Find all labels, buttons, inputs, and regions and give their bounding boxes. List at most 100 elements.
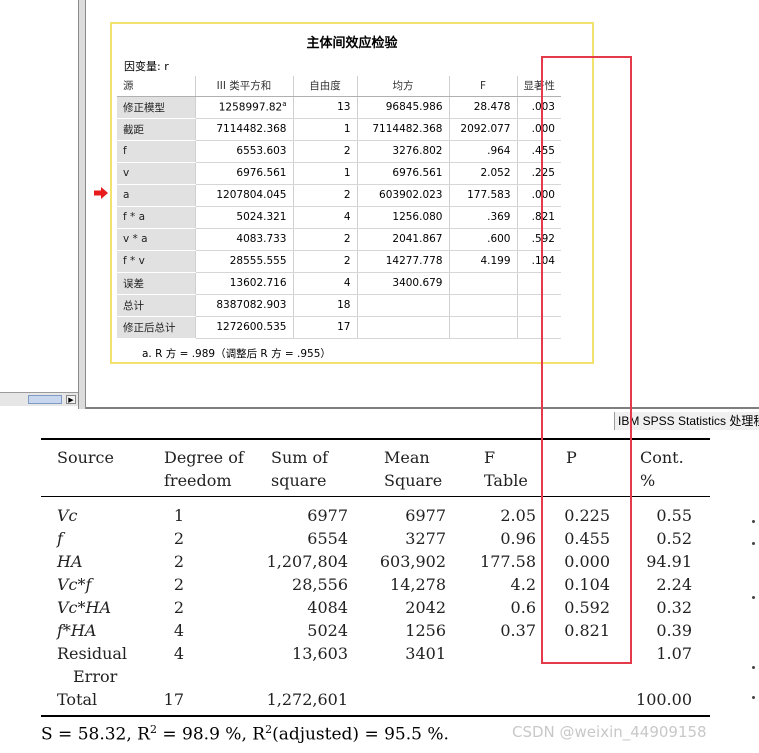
cell-ms: 14,278 <box>390 575 446 594</box>
cell-df-text: 1 <box>343 167 351 179</box>
cell-ms: 1256.080 <box>356 206 449 229</box>
cell-sig: .000 <box>516 184 561 207</box>
cell-df: 2 <box>292 250 357 273</box>
cell-ss-text: 1272600.535 <box>216 321 287 333</box>
cell-ms: 3400.679 <box>356 272 449 295</box>
cell-ss: 1258997.82a <box>194 96 293 119</box>
cell-f: 2.05 <box>500 506 536 525</box>
col-header-sig: 显著性 <box>516 76 561 97</box>
outline-pane[interactable] <box>0 0 78 392</box>
pivot-row[interactable]: f * v 28555.555 2 14277.778 4.199 .104 <box>117 250 561 273</box>
cell-sig: .592 <box>516 228 561 251</box>
cell-cont: 0.32 <box>656 598 692 617</box>
cell-sig-text: .225 <box>531 167 555 179</box>
anova-pivot-table[interactable]: 主体间效应检验 因变量: r 源 III 类平方和 自由度 均方 F 显著性 修… <box>110 22 594 364</box>
pivot-row[interactable]: f 6553.603 2 3276.802 .964 .455 <box>117 140 561 163</box>
header-ss-line2: square <box>271 471 327 490</box>
dependent-variable-label: 因变量: r <box>124 60 169 73</box>
pane-splitter[interactable] <box>78 0 86 409</box>
cell-f <box>448 316 517 339</box>
cell-df: 1 <box>292 162 357 185</box>
row-source-label-text: f * a <box>123 211 146 223</box>
cell-cont: 0.55 <box>656 506 692 525</box>
row-source-label: 修正后总计 <box>117 316 195 339</box>
pivot-row[interactable]: v * a 4083.733 2 2041.867 .600 .592 <box>117 228 561 251</box>
status-bar: IBM SPSS Statistics 处理程序 <box>614 412 759 430</box>
cell-ss: 28,556 <box>292 575 348 594</box>
cell-f: 0.96 <box>500 529 536 548</box>
pivot-row[interactable]: 总计 8387082.903 18 <box>117 294 561 317</box>
edge-dot <box>752 542 755 545</box>
horizontal-scrollbar[interactable]: ▶ <box>0 392 78 406</box>
paper-anova-table: Source Degree of freedom Sum of square M… <box>0 430 759 753</box>
pivot-table-grid: 源 III 类平方和 自由度 均方 F 显著性 修正模型 1258997.82a 1… <box>117 76 561 339</box>
pivot-row[interactable]: f * a 5024.321 4 1256.080 .369 .821 <box>117 206 561 229</box>
cell-f: 0.37 <box>500 621 536 640</box>
cell-sig: .003 <box>516 96 561 119</box>
cell-ss: 1207804.045 <box>194 184 293 207</box>
header-cont-line1: Cont. <box>640 448 684 467</box>
cell-f: .600 <box>448 228 517 251</box>
cell-ss: 7114482.368 <box>194 118 293 141</box>
row-source-label: f <box>57 529 63 548</box>
pivot-row[interactable]: a 1207804.045 2 603902.023 177.583 .000 <box>117 184 561 207</box>
cell-f-text: 4.199 <box>480 255 511 267</box>
cell-df-text: 13 <box>337 101 351 113</box>
pivot-row[interactable]: 误差 13602.716 4 3400.679 <box>117 272 561 295</box>
cell-ms: 3277 <box>405 529 446 548</box>
scrollbar-thumb[interactable] <box>28 395 62 404</box>
cell-sig-text: .455 <box>531 145 555 157</box>
cell-ms-text: 96845.986 <box>385 101 443 113</box>
header-f-line2: Table <box>484 471 528 490</box>
cell-ms: 96845.986 <box>356 96 449 119</box>
cell-ss-text: 5024.321 <box>236 211 287 223</box>
cell-ss: 1,207,804 <box>266 552 348 571</box>
cell-sig: .455 <box>516 140 561 163</box>
row-source-label-text: v <box>123 167 130 179</box>
cell-ms-text: 1256.080 <box>392 211 443 223</box>
col-header-ss: III 类平方和 <box>194 76 293 97</box>
cell-ms: 603902.023 <box>356 184 449 207</box>
cell-ms: 603,902 <box>379 552 446 571</box>
pivot-row[interactable]: v 6976.561 1 6976.561 2.052 .225 <box>117 162 561 185</box>
header-source: Source <box>57 448 114 467</box>
row-source-label: Vc*HA <box>57 598 112 617</box>
cell-ms-text: 3276.802 <box>392 145 443 157</box>
cell-dof: 2 <box>173 598 184 617</box>
caption-s: S = 58.32, R <box>41 724 150 745</box>
cell-ss: 6976.561 <box>194 162 293 185</box>
cell-p: 0.104 <box>564 575 610 594</box>
cell-p: 0.821 <box>564 621 610 640</box>
cell-df: 18 <box>292 294 357 317</box>
cell-df-text: 2 <box>343 233 351 245</box>
cell-ss: 4084 <box>307 598 348 617</box>
table-top-rule <box>41 438 710 440</box>
col-header-source: 源 <box>117 76 195 97</box>
cell-ss: 5024 <box>307 621 348 640</box>
header-dof-line2: freedom <box>164 471 232 490</box>
row-source-label: 截距 <box>117 118 195 141</box>
pivot-row[interactable]: 修正模型 1258997.82a 13 96845.986 28.478 .003 <box>117 96 561 119</box>
scroll-right-arrow-icon[interactable]: ▶ <box>66 395 76 404</box>
header-ms-line1: Mean <box>384 448 430 467</box>
pivot-row[interactable]: 截距 7114482.368 1 7114482.368 2092.077 .000 <box>117 118 561 141</box>
row-source-label-text: f * v <box>123 255 145 267</box>
pivot-row[interactable]: 修正后总计 1272600.535 17 <box>117 316 561 339</box>
cell-df: 2 <box>292 228 357 251</box>
cell-cont: 100.00 <box>636 690 692 709</box>
table-header-rule <box>41 496 710 497</box>
row-source-label-text: a <box>123 189 130 201</box>
cell-f: 28.478 <box>448 96 517 119</box>
cell-cont: 0.39 <box>656 621 692 640</box>
cell-p: 0.225 <box>564 506 610 525</box>
cell-sig: .000 <box>516 118 561 141</box>
row-source-label: Residual <box>57 644 128 663</box>
pivot-table-footnote: a. R 方 = .989（调整后 R 方 = .955） <box>142 348 331 360</box>
cell-ss-text: 4083.733 <box>236 233 287 245</box>
row-source-label-text: 截距 <box>123 123 144 136</box>
cell-df: 1 <box>292 118 357 141</box>
cell-ms: 6976.561 <box>356 162 449 185</box>
cell-ss: 1272600.535 <box>194 316 293 339</box>
cell-df-text: 18 <box>337 299 351 311</box>
cell-p: 0.592 <box>564 598 610 617</box>
